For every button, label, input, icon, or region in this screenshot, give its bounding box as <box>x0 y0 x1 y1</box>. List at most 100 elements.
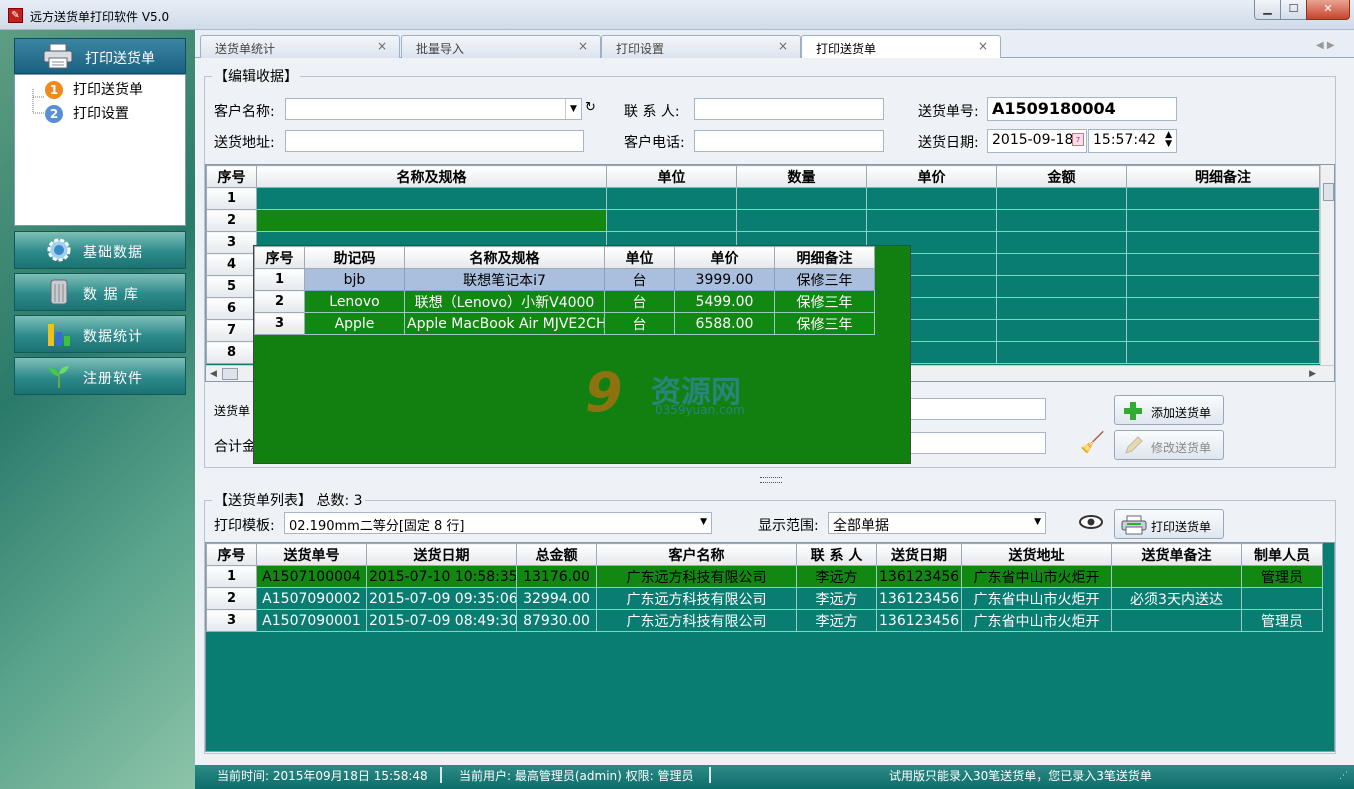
date-label: 送货日期: <box>918 135 979 151</box>
minimize-button[interactable]: ▁ <box>1254 0 1281 20</box>
order-no-label: 送货单号: <box>918 104 979 120</box>
popup-col-header[interactable]: 名称及规格 <box>404 246 605 269</box>
chevron-down-icon[interactable]: ▼ <box>1034 517 1041 527</box>
list-col-header[interactable]: 联 系 人 <box>796 543 877 566</box>
order-note-input[interactable] <box>908 398 1046 420</box>
sidebar-header-label: 打印送货单 <box>85 51 155 67</box>
list-col-header[interactable]: 制单人员 <box>1241 543 1323 566</box>
sidebar-button-register[interactable]: 注册软件 <box>14 357 186 395</box>
app-icon: ✎ <box>8 8 23 23</box>
order-no-input[interactable]: A1509180004 <box>987 97 1177 121</box>
sidebar-header-print[interactable]: 打印送货单 <box>14 38 186 74</box>
list-col-header[interactable]: 送货日期 <box>366 543 517 566</box>
resize-grip-icon[interactable]: ⋰ <box>1339 771 1348 781</box>
product-lookup-popup[interactable]: 序号 助记码 名称及规格 单位 单价 明细备注 1 bjb 联想笔记本i7 台 … <box>253 245 911 464</box>
splitter-handle[interactable] <box>760 477 782 483</box>
sidebar-button-basic-data[interactable]: 基础数据 <box>14 231 186 269</box>
list-col-header[interactable]: 送货日期 <box>876 543 962 566</box>
database-icon <box>50 279 68 305</box>
tab-batch-import[interactable]: 批量导入 × <box>401 35 601 59</box>
refresh-icon[interactable]: ↻ <box>585 100 596 115</box>
table-row[interactable]: 2 A1507090002 2015-07-09 09:35:06 32994.… <box>206 587 1323 610</box>
template-label: 打印模板: <box>214 518 275 534</box>
status-user: 当前用户: 最高管理员(admin) 权限: 管理员 <box>459 769 694 783</box>
spin-arrows-icon[interactable]: ▲ ▼ <box>1165 131 1172 149</box>
popup-col-header[interactable]: 助记码 <box>304 246 405 269</box>
eye-icon[interactable] <box>1078 514 1104 530</box>
list-col-header[interactable]: 总金额 <box>516 543 597 566</box>
contact-input[interactable] <box>694 98 884 120</box>
table-row[interactable]: 2 <box>206 209 1320 232</box>
list-col-header[interactable]: 客户名称 <box>596 543 797 566</box>
phone-input[interactable] <box>694 130 884 152</box>
status-time: 当前时间: 2015年09月18日 15:58:48 <box>217 769 428 783</box>
watermark-logo: 9 资源网 0359yuan.com <box>585 361 745 424</box>
popup-col-header[interactable]: 单位 <box>604 246 675 269</box>
close-icon[interactable]: × <box>377 39 387 53</box>
number-one-icon: 1 <box>45 81 63 99</box>
sidebar-button-statistics[interactable]: 数据统计 <box>14 315 186 353</box>
popup-row-selected[interactable]: 1 bjb 联想笔记本i7 台 3999.00 保修三年 <box>254 268 875 291</box>
list-section-title: 【送货单列表】 总数: 3 <box>212 490 365 510</box>
address-input[interactable] <box>285 130 584 152</box>
number-two-icon: 2 <box>45 105 63 123</box>
sprout-icon <box>49 366 69 388</box>
printer-icon <box>43 43 73 69</box>
edit-order-button[interactable]: 修改送货单 <box>1114 430 1224 460</box>
list-col-header[interactable]: 送货单号 <box>256 543 367 566</box>
customer-select[interactable]: ▼ <box>285 98 582 120</box>
time-picker[interactable]: 15:57:42 ▲ ▼ <box>1088 129 1177 153</box>
printer-icon <box>1121 515 1147 535</box>
popup-row[interactable]: 3 Apple Apple MacBook Air MJVE2CH 台 6588… <box>254 312 875 335</box>
pencil-icon <box>1125 436 1143 454</box>
close-button[interactable]: ✕ <box>1306 0 1350 20</box>
col-header[interactable]: 单价 <box>866 165 997 188</box>
close-icon[interactable]: × <box>578 39 588 53</box>
tab-scroll-arrows[interactable]: ◀ ▶ <box>1316 40 1346 54</box>
title-bar: ✎ 远方送货单打印软件 V5.0 ▁ ☐ ✕ <box>0 0 1354 30</box>
order-note-label: 送货单 <box>214 404 251 418</box>
popup-col-header[interactable]: 明细备注 <box>774 246 875 269</box>
table-row[interactable]: 1 <box>206 187 1320 210</box>
print-order-button[interactable]: 打印送货单 <box>1114 509 1224 539</box>
tab-delivery-stats[interactable]: 送货单统计 × <box>200 35 400 59</box>
add-order-button[interactable]: 添加送货单 <box>1114 395 1224 425</box>
col-header[interactable]: 金额 <box>996 165 1127 188</box>
template-select[interactable]: 02.190mm二等分[固定 8 行] ▼ <box>284 512 712 534</box>
gear-icon <box>47 238 71 262</box>
col-header[interactable]: 数量 <box>736 165 867 188</box>
order-list-grid[interactable]: 序号 送货单号 送货日期 总金额 客户名称 联 系 人 送货日期 送货地址 送货… <box>205 542 1335 752</box>
popup-row[interactable]: 2 Lenovo 联想（Lenovo）小新V4000 台 5499.00 保修三… <box>254 290 875 313</box>
col-header[interactable]: 序号 <box>206 165 257 188</box>
tab-print-order[interactable]: 打印送货单 × <box>801 35 1001 59</box>
chevron-down-icon[interactable]: ▼ <box>565 99 581 119</box>
tab-print-settings[interactable]: 打印设置 × <box>601 35 801 59</box>
table-row[interactable]: 1 A1507100004 2015-07-10 10:58:35 13176.… <box>206 565 1323 588</box>
bar-chart-icon <box>48 324 70 346</box>
total-input[interactable] <box>908 432 1046 454</box>
phone-label: 客户电话: <box>624 135 685 151</box>
list-col-header[interactable]: 序号 <box>206 543 257 566</box>
chevron-down-icon[interactable]: ▼ <box>700 517 707 527</box>
range-select[interactable]: 全部单据 ▼ <box>828 512 1046 534</box>
popup-col-header[interactable]: 单价 <box>674 246 775 269</box>
col-header[interactable]: 名称及规格 <box>256 165 607 188</box>
popup-col-header[interactable]: 序号 <box>254 246 305 269</box>
status-trial: 试用版只能录入30笔送货单，您已录入3笔送货单 <box>889 769 1152 783</box>
date-picker[interactable]: 2015-09-18 7 <box>987 129 1087 153</box>
col-header[interactable]: 单位 <box>606 165 737 188</box>
status-bar: 当前时间: 2015年09月18日 15:58:48 当前用户: 最高管理员(a… <box>195 765 1354 789</box>
col-header[interactable]: 明细备注 <box>1126 165 1320 188</box>
maximize-button[interactable]: ☐ <box>1280 0 1307 20</box>
list-col-header[interactable]: 送货地址 <box>961 543 1112 566</box>
broom-icon[interactable]: 🧹 <box>1080 430 1105 454</box>
address-label: 送货地址: <box>214 135 275 151</box>
table-row[interactable]: 3 A1507090001 2015-07-09 08:49:30 87930.… <box>206 609 1323 632</box>
list-col-header[interactable]: 送货单备注 <box>1111 543 1242 566</box>
vertical-scrollbar[interactable] <box>1320 165 1334 365</box>
close-icon[interactable]: × <box>778 39 788 53</box>
close-icon[interactable]: × <box>978 39 988 53</box>
calendar-icon[interactable]: 7 <box>1072 133 1084 146</box>
total-label: 合计金 <box>214 439 256 455</box>
sidebar-button-database[interactable]: 数 据 库 <box>14 273 186 311</box>
